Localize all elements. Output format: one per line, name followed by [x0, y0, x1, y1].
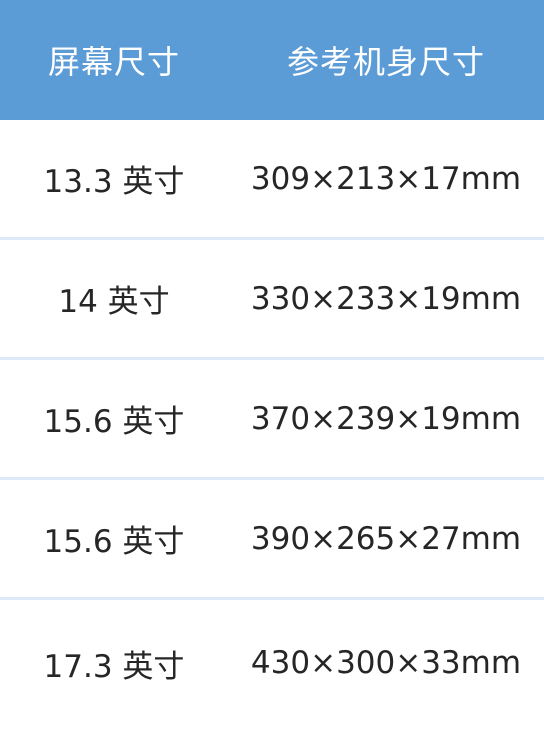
size-table: 屏幕尺寸 参考机身尺寸 13.3 英寸 309×213×17mm 14 英寸 3… — [0, 0, 544, 729]
screen-size-cell: 15.6 英寸 — [43, 524, 185, 560]
body-size-cell: 330×233×19mm — [250, 280, 522, 317]
header-body-size: 参考机身尺寸 — [286, 43, 485, 81]
screen-size-cell: 14 英寸 — [58, 284, 170, 320]
body-size-cell: 309×213×17mm — [250, 160, 522, 197]
table-row: 15.6 英寸 370×239×19mm — [0, 360, 544, 480]
screen-size-cell: 17.3 英寸 — [43, 648, 185, 685]
table-row: 15.6 英寸 390×265×27mm — [0, 480, 544, 600]
body-size-cell: 390×265×27mm — [250, 520, 522, 557]
table-row: 14 英寸 330×233×19mm — [0, 240, 544, 360]
body-size-cell: 430×300×33mm — [250, 645, 522, 681]
screen-size-cell: 13.3 英寸 — [43, 164, 185, 200]
body-size-cell: 370×239×19mm — [250, 400, 522, 437]
table-header: 屏幕尺寸 参考机身尺寸 — [0, 0, 544, 120]
table-row: 17.3 英寸 430×300×33mm — [0, 600, 544, 726]
table-row: 13.3 英寸 309×213×17mm — [0, 120, 544, 240]
header-screen-size: 屏幕尺寸 — [47, 43, 180, 81]
screen-size-cell: 15.6 英寸 — [43, 404, 185, 440]
